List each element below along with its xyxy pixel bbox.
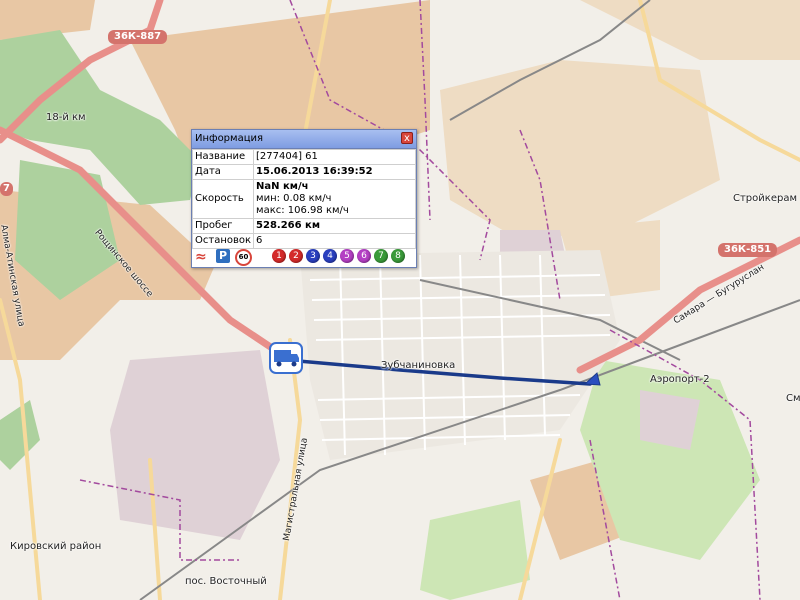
name-value: [277404] 61: [253, 149, 416, 165]
place-label-kirovsky: Кировский район: [10, 541, 102, 552]
table-row: Название [277404] 61: [191, 149, 416, 165]
stop-marker-2-icon[interactable]: 2: [289, 249, 303, 263]
table-row: Пробег 528.266 км: [191, 218, 416, 234]
mileage-key: Пробег: [191, 218, 255, 234]
stop-marker-4-icon[interactable]: 4: [323, 249, 337, 263]
date-value: 15.06.2013 16:39:52: [253, 164, 416, 180]
stop-marker-8-icon[interactable]: 8: [391, 249, 405, 263]
place-label-vostochny: пос. Восточный: [185, 576, 267, 587]
speed-limit-icon[interactable]: 60: [235, 249, 252, 266]
place-label-stroykeram: Стройкерам: [733, 193, 797, 204]
map-view[interactable]: 36К-887 7 36К-851 18-й км Рощинское шосс…: [0, 0, 800, 600]
close-icon[interactable]: x: [401, 132, 413, 144]
road-shield-36k887: 36К-887: [108, 30, 168, 44]
stops-key: Остановок: [191, 233, 255, 249]
info-table: Название [277404] 61 Дата 15.06.2013 16:…: [191, 149, 416, 249]
place-label-airport2: Аэропорт-2: [650, 374, 710, 385]
table-row: Дата 15.06.2013 16:39:52: [191, 164, 416, 180]
road-shield-west: 7: [0, 182, 13, 196]
place-label-18km: 18-й км: [46, 112, 86, 123]
stops-value: 6: [253, 233, 416, 249]
parking-icon[interactable]: P: [216, 249, 230, 263]
place-label-sm: См: [786, 393, 800, 404]
stop-marker-5-icon[interactable]: 5: [340, 249, 354, 263]
truck-marker-icon[interactable]: [269, 342, 303, 374]
stop-marker-1-icon[interactable]: 1: [272, 249, 286, 263]
popup-title: Информация: [195, 133, 264, 144]
forest-sw: [0, 400, 40, 470]
table-row: Скорость NaN км/ч мин: 0.08 км/ч макс: 1…: [191, 179, 416, 219]
speed-max: макс: 106.98 км/ч: [256, 205, 349, 216]
place-label-zubchaninovka: Зубчаниновка: [381, 360, 456, 371]
track-road-icon[interactable]: ≈: [195, 249, 213, 265]
stop-marker-7-icon[interactable]: 7: [374, 249, 388, 263]
popup-icon-bar: ≈ P 60 1 2 3 4 5 6 7 8: [195, 249, 413, 266]
info-popup: Информация x Название [277404] 61 Дата 1…: [191, 129, 417, 268]
map-base: [0, 0, 800, 600]
speed-values: NaN км/ч мин: 0.08 км/ч макс: 106.98 км/…: [253, 179, 416, 219]
speed-key: Скорость: [191, 179, 255, 219]
popup-titlebar[interactable]: Информация x: [192, 130, 416, 149]
name-key: Название: [191, 149, 255, 165]
industrial-zone: [110, 350, 280, 540]
stop-marker-6-icon[interactable]: 6: [357, 249, 371, 263]
airport-buildings: [640, 390, 700, 450]
speed-min: мин: 0.08 км/ч: [256, 193, 332, 204]
speed-value: NaN км/ч: [256, 181, 309, 192]
road-shield-36k851: 36К-851: [718, 243, 778, 257]
date-key: Дата: [191, 164, 255, 180]
table-row: Остановок 6: [191, 233, 416, 249]
stop-marker-3-icon[interactable]: 3: [306, 249, 320, 263]
meadow-south: [420, 500, 530, 600]
mileage-value: 528.266 км: [253, 218, 416, 234]
